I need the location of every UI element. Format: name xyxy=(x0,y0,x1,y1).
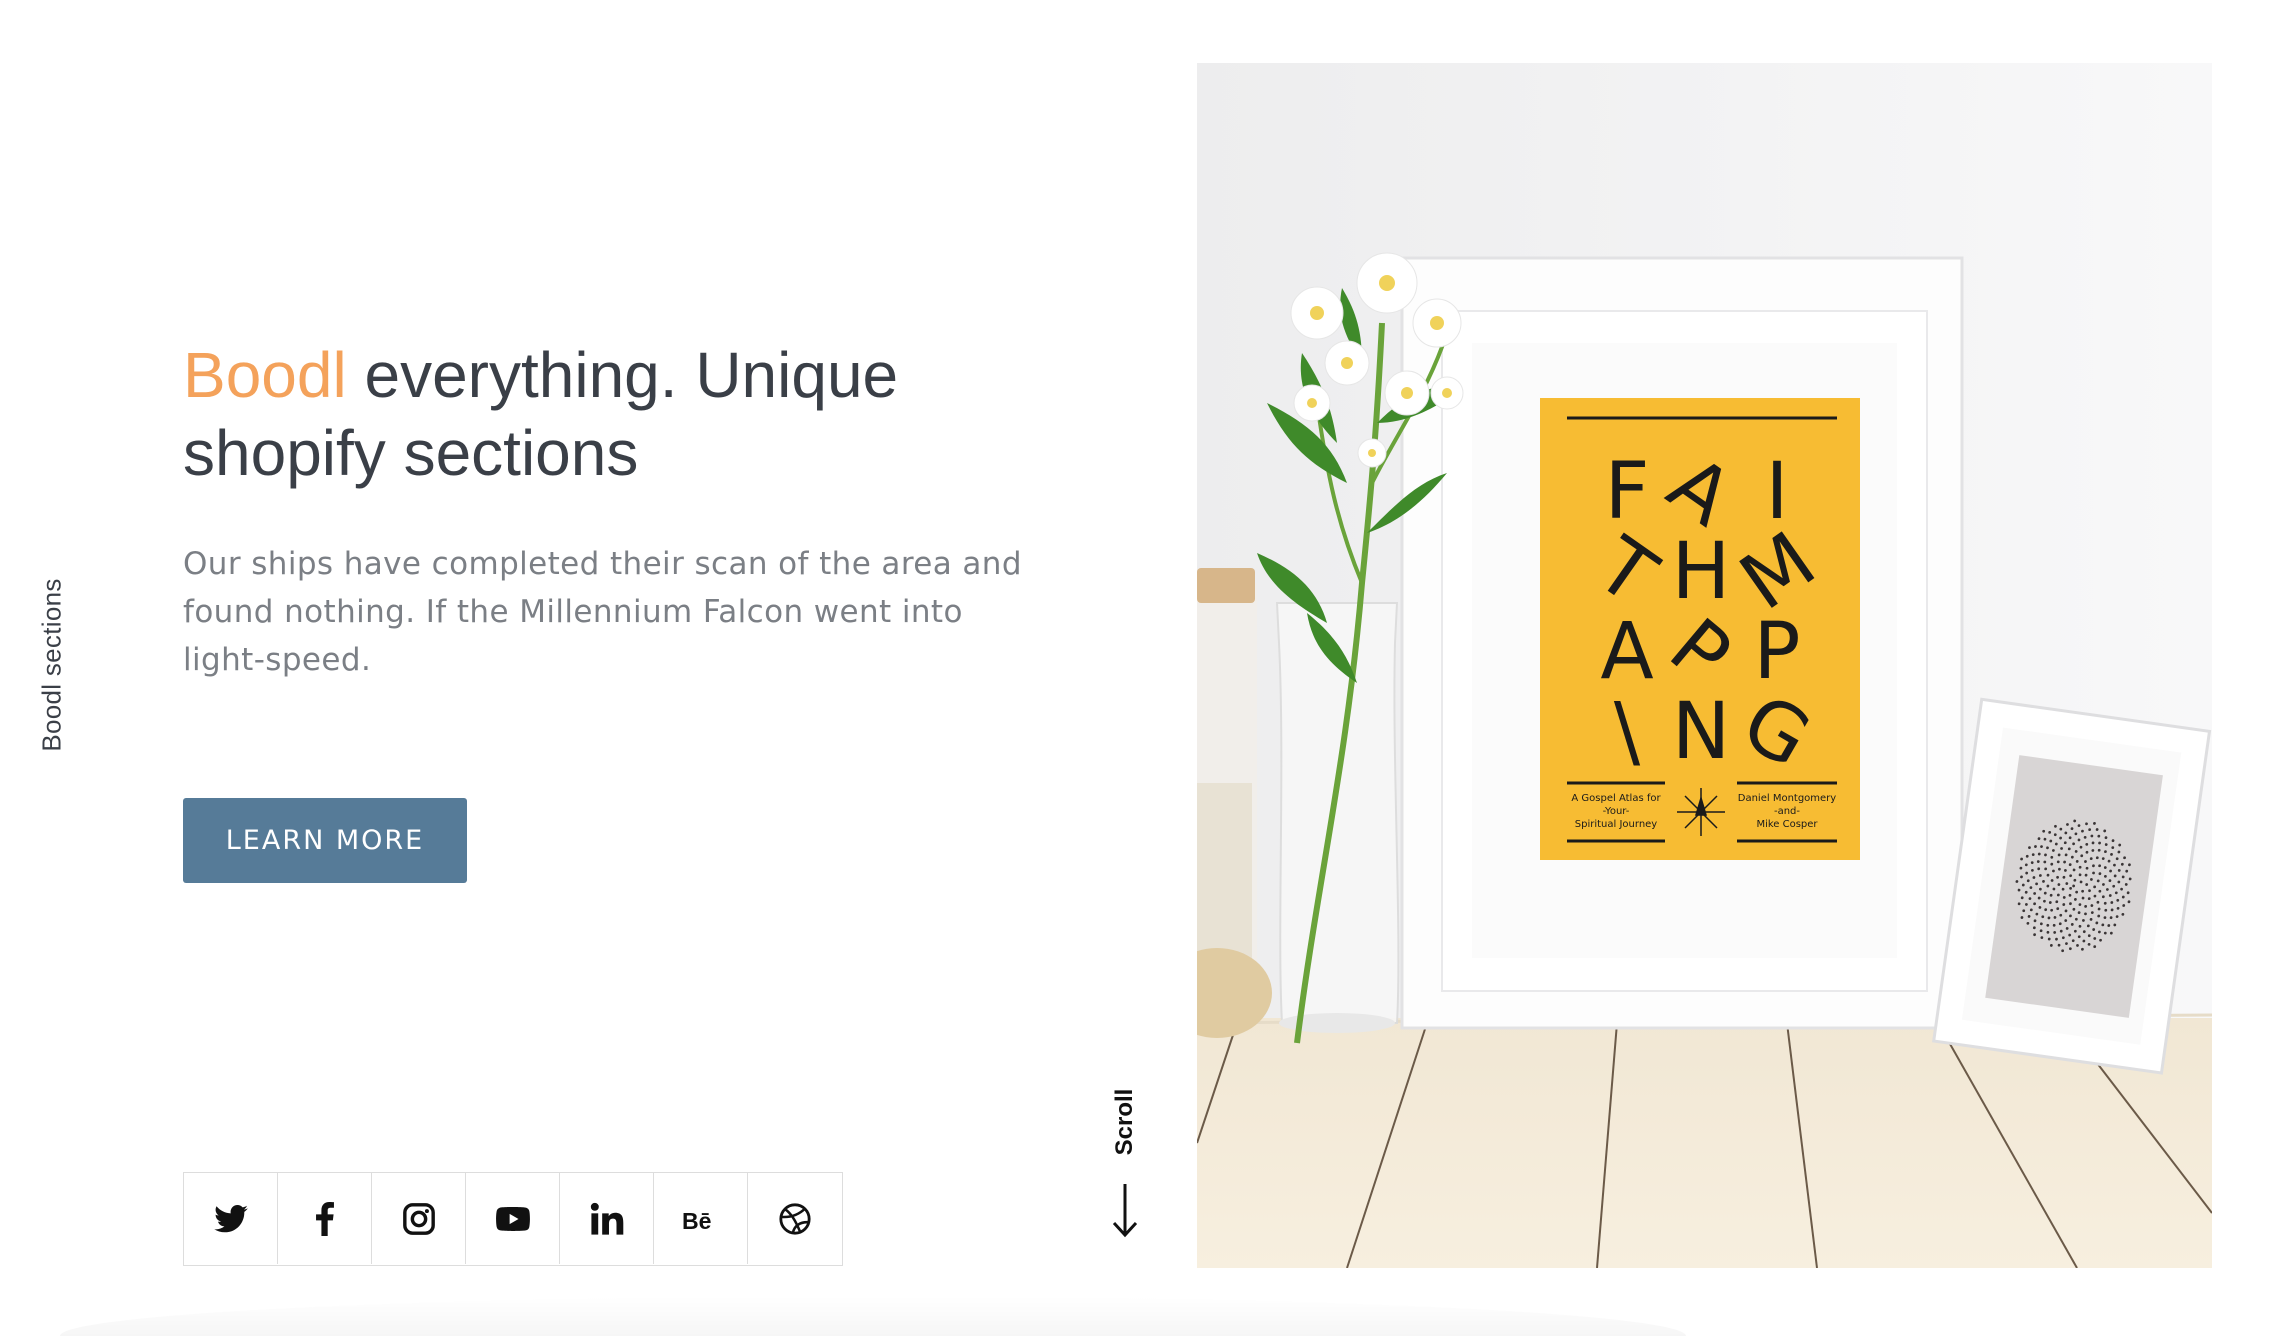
hero-title-accent: Boodl xyxy=(183,339,347,411)
linkedin-link[interactable] xyxy=(560,1173,654,1264)
twitter-icon xyxy=(213,1204,248,1232)
poster-letter: H xyxy=(1672,527,1731,617)
poster-caption-left-2: -Your- xyxy=(1603,806,1630,817)
scroll-label: Scroll xyxy=(1111,1088,1138,1156)
learn-more-button[interactable]: LEARN MORE xyxy=(183,798,467,883)
poster-caption-left-3: Spiritual Journey xyxy=(1575,819,1658,830)
youtube-icon xyxy=(495,1206,530,1231)
instagram-link[interactable] xyxy=(372,1173,466,1264)
dribbble-link[interactable] xyxy=(748,1173,842,1264)
bottom-shadow xyxy=(60,1296,1686,1336)
hero-description: Our ships have completed their scan of t… xyxy=(183,546,1022,678)
page: Boodl sections Boodl everything. Unique … xyxy=(0,0,2286,1336)
side-section-label: Boodl sections xyxy=(36,578,67,752)
poster-letter: \ xyxy=(1614,687,1641,777)
svg-text:Bē: Bē xyxy=(682,1208,712,1232)
hero-image: F A I T H M A P P \ N G A Gospel Atlas for -Your- S… xyxy=(1197,63,2212,1268)
facebook-link[interactable] xyxy=(278,1173,372,1264)
hero-title: Boodl everything. Unique shopify section… xyxy=(183,336,1083,492)
arrow-down-icon xyxy=(1112,1184,1138,1238)
poster-letter: F xyxy=(1605,447,1650,537)
poster-caption-right-1: Daniel Montgomery xyxy=(1738,793,1837,804)
poster-letter: N xyxy=(1672,687,1730,777)
dribbble-icon xyxy=(779,1202,811,1235)
instagram-icon xyxy=(402,1202,435,1235)
behance-link[interactable]: Bē xyxy=(654,1173,748,1264)
poster-caption-right-2: -and- xyxy=(1774,806,1800,817)
scroll-indicator[interactable]: Scroll xyxy=(1100,1080,1150,1240)
poster-caption-right-3: Mike Cosper xyxy=(1756,819,1818,830)
linkedin-icon xyxy=(590,1202,623,1235)
social-links: Bē xyxy=(183,1172,843,1266)
youtube-link[interactable] xyxy=(466,1173,560,1264)
facebook-icon xyxy=(315,1201,334,1236)
poster-letter: A xyxy=(1600,607,1653,697)
twitter-link[interactable] xyxy=(184,1173,278,1264)
poster-caption-left-1: A Gospel Atlas for xyxy=(1571,793,1661,804)
behance-icon: Bē xyxy=(682,1208,712,1232)
